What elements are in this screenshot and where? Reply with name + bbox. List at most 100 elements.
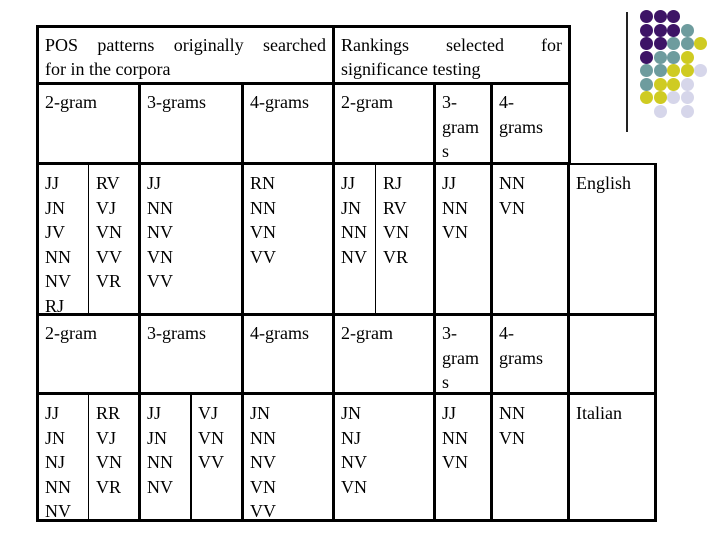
- col-label-orig-4grams: 4-grams: [250, 92, 309, 112]
- original-patterns-header-line2: for in the corpora: [45, 59, 171, 79]
- pos-tag: VV: [250, 501, 276, 521]
- label-line: 4-: [499, 323, 514, 343]
- pos-tag: NV: [341, 452, 367, 472]
- pos-tag: VJ: [96, 197, 117, 218]
- decorative-dot: [680, 104, 694, 118]
- cell-rank-2gram-col2: [377, 397, 389, 401]
- cell-rank-2gram-col2: RJ RV VN VR: [377, 167, 415, 269]
- pos-tag: VN: [499, 427, 525, 448]
- col-label-rank-2gram: 2-gram: [341, 323, 393, 343]
- table-border-top: [36, 25, 570, 28]
- table-subdivider: [88, 163, 89, 315]
- pos-tag: VN: [442, 452, 468, 472]
- decorative-dot: [640, 50, 653, 64]
- pos-tag: VJ: [96, 427, 117, 448]
- pos-tag: NN: [341, 222, 367, 242]
- label-line: gram: [442, 347, 479, 368]
- pos-tag: VN: [383, 222, 409, 242]
- pos-tag: JJ: [147, 173, 162, 193]
- decorative-dot: [653, 104, 667, 118]
- pos-tag: VR: [96, 271, 122, 291]
- table-divider: [567, 163, 570, 522]
- pos-tag: VN: [96, 452, 122, 472]
- pos-tag: JJ: [45, 173, 60, 193]
- pos-tag: VV: [96, 246, 122, 267]
- decorative-dot: [640, 64, 653, 77]
- decorative-dot: [653, 23, 667, 37]
- pos-tag: NN: [442, 427, 468, 448]
- cell-orig-2gram-col1: JJ JN JV NN NV RJ: [39, 167, 77, 318]
- table-border-bottom: [36, 519, 656, 522]
- language-label: English: [576, 173, 632, 193]
- table-rule: [36, 163, 656, 165]
- pos-tag: VN: [499, 197, 525, 218]
- decorative-dot: [680, 64, 694, 77]
- decorative-dot: [653, 10, 667, 23]
- label-line: grams: [499, 116, 543, 137]
- pos-tag: JJ: [442, 173, 457, 193]
- decorative-dot: [680, 23, 694, 37]
- pos-tag: VJ: [198, 403, 219, 423]
- col-label-orig-2gram: 2-gram: [45, 323, 97, 343]
- pos-tag: RJ: [383, 173, 403, 193]
- pos-tag: VN: [250, 222, 276, 242]
- col-label-orig-3grams: 3-grams: [147, 92, 206, 112]
- table-border-right: [654, 163, 657, 522]
- cell-orig-2gram-col2: RR VJ VN VR: [90, 397, 128, 499]
- rankings-header: Rankings selected for significance testi…: [335, 29, 568, 81]
- cell-rank-2gram-col1: JJ JN NN NV: [335, 167, 373, 269]
- decorative-dot: [653, 91, 667, 104]
- rankings-header-line1: Rankings selected for: [341, 35, 562, 55]
- cell-rank-3grams: JJ NN VN: [436, 167, 474, 245]
- decorative-dot: [667, 64, 680, 77]
- decorative-dot: [653, 64, 667, 77]
- decorative-dot: [680, 91, 694, 104]
- pos-tag: NV: [341, 246, 367, 267]
- pos-tag: RJ: [45, 295, 65, 316]
- original-patterns-header: POS patterns originally searched for in …: [39, 29, 332, 81]
- decorative-dot: [653, 50, 667, 64]
- pos-tag: JN: [250, 403, 271, 423]
- table-rule: [36, 392, 656, 395]
- decorative-vertical-line: [626, 12, 628, 132]
- col-label-orig-3grams: 3-grams: [147, 323, 206, 343]
- cell-orig-3grams-col1: JJ NN NV VN VV: [141, 167, 179, 294]
- pos-tag: NN: [147, 197, 173, 218]
- pos-tag: JN: [341, 197, 362, 218]
- pos-tag: VV: [250, 246, 276, 267]
- decorative-dot: [680, 77, 694, 91]
- pos-tag: VN: [341, 476, 367, 497]
- cell-orig-3grams-col2: VJ VN VV: [192, 397, 230, 475]
- cell-orig-4grams: JN NN NV VN VV: [244, 397, 282, 524]
- cell-orig-2gram-col1: JJ JN NJ NN NV: [39, 397, 77, 524]
- decorative-dot: [667, 91, 680, 104]
- pos-tag: JV: [45, 222, 66, 242]
- col-label-rank-3grams: 3- gram s: [436, 317, 485, 395]
- col-label-orig-2gram: 2-gram: [45, 92, 97, 112]
- pos-tag: NV: [147, 222, 173, 242]
- pos-tag: NN: [499, 173, 525, 193]
- pos-tag: VN: [198, 427, 224, 448]
- cell-rank-4grams: NN VN: [493, 397, 531, 450]
- label-line: s: [442, 372, 450, 392]
- pos-tag: JN: [45, 197, 66, 218]
- cell-rank-4grams: NN VN: [493, 167, 531, 220]
- pos-tag: NN: [45, 476, 71, 497]
- pos-tag: NJ: [45, 452, 66, 472]
- pos-tag: JJ: [341, 173, 356, 193]
- pos-tag: JN: [341, 403, 362, 423]
- pos-tag: JN: [147, 427, 168, 448]
- pos-tag: VV: [198, 452, 224, 472]
- pos-tag: RN: [250, 173, 276, 193]
- pos-tag: VN: [250, 476, 276, 497]
- decorative-dot: [640, 10, 653, 23]
- decorative-dot: [694, 37, 707, 50]
- cell-orig-3grams-col2: [192, 167, 204, 171]
- decorative-dot: [640, 23, 653, 37]
- decorative-dot: [667, 23, 680, 37]
- decorative-dot: [640, 91, 653, 104]
- decorative-dot: [653, 77, 667, 91]
- pos-tag: RV: [383, 197, 407, 218]
- original-patterns-header-line1: POS patterns originally searched: [45, 35, 326, 55]
- rankings-header-line2: significance testing: [341, 59, 481, 79]
